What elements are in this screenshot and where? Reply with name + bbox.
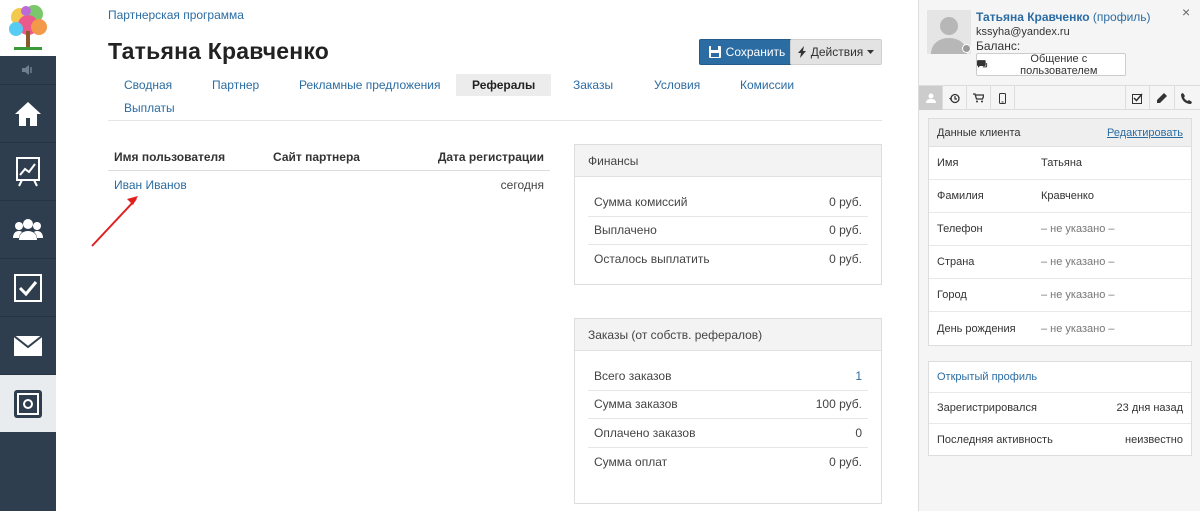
phone-icon <box>1181 92 1192 104</box>
orders-row: Всего заказов 1 <box>588 362 868 391</box>
orders-row: Сумма оплат 0 руб. <box>594 454 862 469</box>
sidebar-tabs <box>919 85 1200 110</box>
client-row: Имя Татьяна <box>929 147 1191 180</box>
referral-user-link[interactable]: Иван Иванов <box>114 178 187 192</box>
client-data-card: Данные клиента Редактировать Имя Татьяна … <box>928 118 1192 346</box>
save-button[interactable]: Сохранить <box>699 39 795 65</box>
tab-edit[interactable] <box>1149 86 1173 110</box>
cart-icon <box>973 93 984 103</box>
orders-row: Оплачено заказов 0 <box>588 419 868 448</box>
caret-down-icon <box>867 49 875 54</box>
tab-device[interactable] <box>991 86 1015 110</box>
status-indicator <box>962 44 971 53</box>
nav-users[interactable] <box>0 200 56 258</box>
chat-icon <box>977 60 988 68</box>
user-sidebar: Татьяна Кравченко (профиль) kssyha@yande… <box>918 0 1200 511</box>
client-row: Страна – не указано – <box>929 246 1191 279</box>
logo[interactable] <box>0 0 56 56</box>
bolt-icon <box>797 46 806 58</box>
tab-payouts[interactable]: Выплаты <box>108 97 191 119</box>
tab-tasks[interactable] <box>1125 86 1149 110</box>
mail-icon <box>14 335 42 356</box>
referral-date: сегодня <box>500 178 544 192</box>
speaker-icon[interactable] <box>0 56 56 84</box>
client-row: Город – не указано – <box>929 279 1191 312</box>
edit-client-link[interactable]: Редактировать <box>1107 127 1183 139</box>
client-data-title: Данные клиента <box>937 126 1021 139</box>
checkbox-icon <box>1132 93 1143 104</box>
floppy-icon <box>708 46 721 58</box>
mobile-icon <box>999 92 1006 104</box>
orders-panel: Заказы (от собств. рефералов) Всего зака… <box>574 318 882 504</box>
left-nav <box>0 0 56 511</box>
annotation-arrow <box>91 196 138 247</box>
user-name-link[interactable]: Татьяна Кравченко <box>976 10 1090 24</box>
tab-partner[interactable]: Партнер <box>196 74 275 96</box>
tab-commissions[interactable]: Комиссии <box>724 74 810 96</box>
tab-history[interactable] <box>943 86 967 110</box>
orders-row: Сумма заказов 100 руб. <box>588 391 868 419</box>
safe-icon <box>14 389 42 418</box>
finance-title: Финансы <box>575 145 881 177</box>
col-site[interactable]: Сайт партнера <box>273 150 360 164</box>
tab-orders[interactable]: Заказы <box>557 74 629 96</box>
nav-tasks[interactable] <box>0 258 56 316</box>
tab-terms[interactable]: Условия <box>638 74 716 96</box>
col-date[interactable]: Дата регистрации <box>438 150 544 164</box>
pencil-icon <box>1157 92 1167 103</box>
tab-referrals[interactable]: Рефералы <box>456 74 552 96</box>
profile-link[interactable]: (профиль) <box>1093 10 1151 24</box>
table-row: Иван Иванов сегодня <box>108 171 550 199</box>
nav-reports[interactable] <box>0 142 56 200</box>
orders-title: Заказы (от собств. рефералов) <box>575 319 881 351</box>
referrals-table: Имя пользователя Сайт партнера Дата реги… <box>108 143 550 199</box>
tab-call[interactable] <box>1174 86 1198 110</box>
nav-home[interactable] <box>0 84 56 142</box>
user-email: kssyha@yandex.ru <box>976 26 1070 38</box>
public-profile-link[interactable]: Открытый профиль <box>937 371 1037 383</box>
public-profile-card: Открытый профиль Зарегистрировался 23 дня… <box>928 361 1192 456</box>
breadcrumb[interactable]: Партнерская программа <box>108 8 244 22</box>
balance-label: Баланс: <box>976 39 1021 53</box>
tab-summary[interactable]: Сводная <box>108 74 188 96</box>
actions-dropdown[interactable]: Действия <box>790 39 882 65</box>
user-icon <box>925 93 936 103</box>
tasks-icon <box>14 273 42 302</box>
chat-with-user-button[interactable]: Общение с пользователем <box>976 53 1126 77</box>
nav-partners[interactable] <box>0 374 56 432</box>
profile-row: Последняя активность неизвестно <box>937 433 1183 446</box>
users-icon <box>13 218 43 240</box>
tab-user[interactable] <box>919 86 943 110</box>
tab-cart[interactable] <box>967 86 991 110</box>
close-icon[interactable]: × <box>1182 4 1190 20</box>
tab-bar: Сводная Партнер Рекламные предложения Ре… <box>108 73 882 121</box>
chart-icon <box>16 156 40 186</box>
page-title: Татьяна Кравченко <box>108 38 330 64</box>
finance-row: Осталось выплатить 0 руб. <box>594 252 862 267</box>
finance-row: Выплачено 0 руб. <box>588 217 868 245</box>
profile-row: Зарегистрировался 23 дня назад <box>929 393 1191 424</box>
save-label: Сохранить <box>725 45 786 59</box>
finance-panel: Финансы Сумма комиссий 0 руб. Выплачено 0 … <box>574 144 882 285</box>
client-row: День рождения – не указано – <box>937 322 1115 335</box>
tab-offers[interactable]: Рекламные предложения <box>283 74 457 96</box>
orders-total-link[interactable]: 1 <box>855 369 862 383</box>
main-content: Партнерская программа Татьяна Кравченко … <box>108 0 882 511</box>
finance-row: Сумма комиссий 0 руб. <box>588 188 868 217</box>
client-row: Телефон – не указано – <box>929 213 1191 246</box>
table-header: Имя пользователя Сайт партнера Дата реги… <box>108 143 550 171</box>
client-row: Фамилия Кравченко <box>929 180 1191 213</box>
home-icon <box>15 101 41 126</box>
col-user[interactable]: Имя пользователя <box>114 150 225 164</box>
history-icon <box>949 93 960 103</box>
nav-mail[interactable] <box>0 316 56 374</box>
actions-label: Действия <box>810 45 864 59</box>
